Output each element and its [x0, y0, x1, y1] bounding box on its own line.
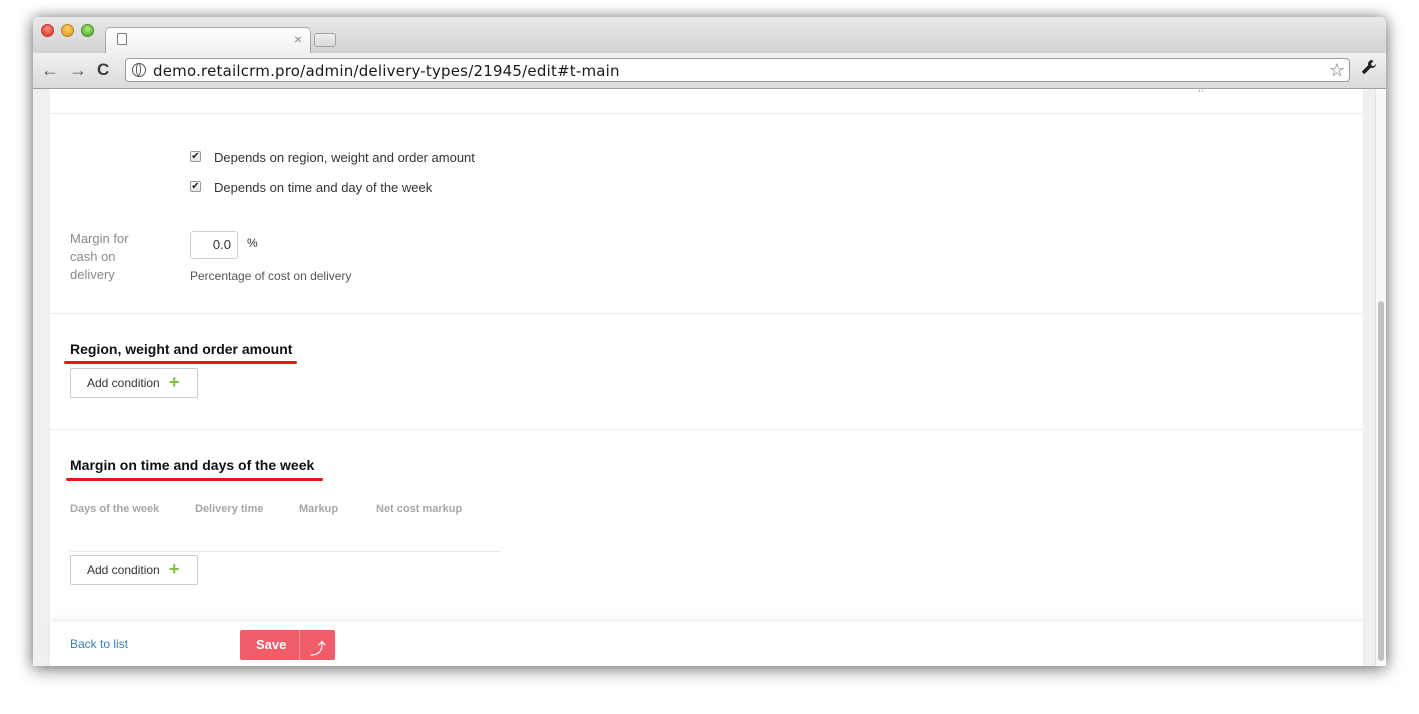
form-footer: Back to list Save ⤴: [50, 622, 1363, 666]
plus-icon: +: [169, 559, 180, 579]
reload-icon[interactable]: C: [97, 60, 109, 80]
back-to-list-link[interactable]: Back to list: [70, 637, 128, 651]
forward-arrow-icon[interactable]: →: [69, 60, 87, 80]
column-header-days: Days of the week: [70, 503, 160, 515]
new-tab-button[interactable]: +: [314, 33, 336, 47]
bookmark-star-icon[interactable]: ☆: [1329, 59, 1345, 81]
globe-icon: [132, 63, 146, 77]
highlight-underline: [66, 478, 323, 481]
tab-strip: × +: [33, 17, 1386, 53]
margin-cod-hint: Percentage of cost on delivery: [190, 269, 352, 283]
table-header-divider: [70, 551, 501, 552]
close-window-button[interactable]: [41, 24, 54, 37]
divider: [50, 113, 1363, 114]
url-text[interactable]: demo.retailcrm.pro/admin/delivery-types/…: [153, 62, 620, 80]
wrench-icon[interactable]: [1361, 59, 1377, 81]
back-arrow-icon[interactable]: ←: [41, 60, 59, 80]
browser-tab[interactable]: ×: [105, 27, 311, 53]
add-time-condition-button[interactable]: Add condition +: [70, 555, 198, 585]
page-icon: [117, 33, 127, 45]
margin-cod-input[interactable]: 0.0: [190, 231, 238, 259]
browser-window: × + ← → C demo.retailcrm.pro/admin/deliv…: [33, 17, 1386, 666]
region-checkbox[interactable]: ✔: [190, 151, 201, 162]
region-section-title: Region, weight and order amount: [70, 341, 293, 357]
tab-close-icon[interactable]: ×: [294, 31, 302, 47]
browser-toolbar: ← → C demo.retailcrm.pro/admin/delivery-…: [33, 53, 1386, 89]
column-header-delivery-time: Delivery time: [195, 503, 264, 515]
divider: [50, 429, 1363, 430]
scrollbar-thumb[interactable]: [1378, 301, 1384, 661]
column-header-net-cost-markup: Net cost markup: [376, 503, 463, 515]
page-viewport: ,, ✔ Depends on region, weight and order…: [33, 89, 1386, 666]
plus-icon: +: [169, 372, 180, 392]
highlight-underline: [64, 361, 297, 364]
column-header-markup: Markup: [299, 503, 339, 515]
clipped-text: ,,: [1198, 89, 1204, 94]
address-bar[interactable]: demo.retailcrm.pro/admin/delivery-types/…: [125, 58, 1350, 82]
button-separator: [299, 630, 300, 660]
settings-card: ,, ✔ Depends on region, weight and order…: [50, 89, 1363, 666]
time-section-title: Margin on time and days of the week: [70, 457, 315, 473]
save-button[interactable]: Save ⤴: [240, 630, 335, 660]
time-checkbox-label: Depends on time and day of the week: [214, 180, 433, 195]
region-checkbox-label: Depends on region, weight and order amou…: [214, 150, 475, 165]
minimize-window-button[interactable]: [61, 24, 74, 37]
add-region-condition-button[interactable]: Add condition +: [70, 368, 198, 398]
add-condition-label: Add condition: [87, 563, 160, 577]
margin-cod-label: Margin for cash on delivery: [70, 231, 129, 282]
percent-unit: %: [247, 236, 258, 250]
maximize-window-button[interactable]: [81, 24, 94, 37]
page-scrollbar[interactable]: [1375, 89, 1386, 666]
time-checkbox[interactable]: ✔: [190, 181, 201, 192]
save-label: Save: [256, 637, 287, 652]
save-and-exit-icon[interactable]: ⤴: [310, 635, 326, 659]
divider: [50, 313, 1363, 314]
add-condition-label: Add condition: [87, 376, 160, 390]
